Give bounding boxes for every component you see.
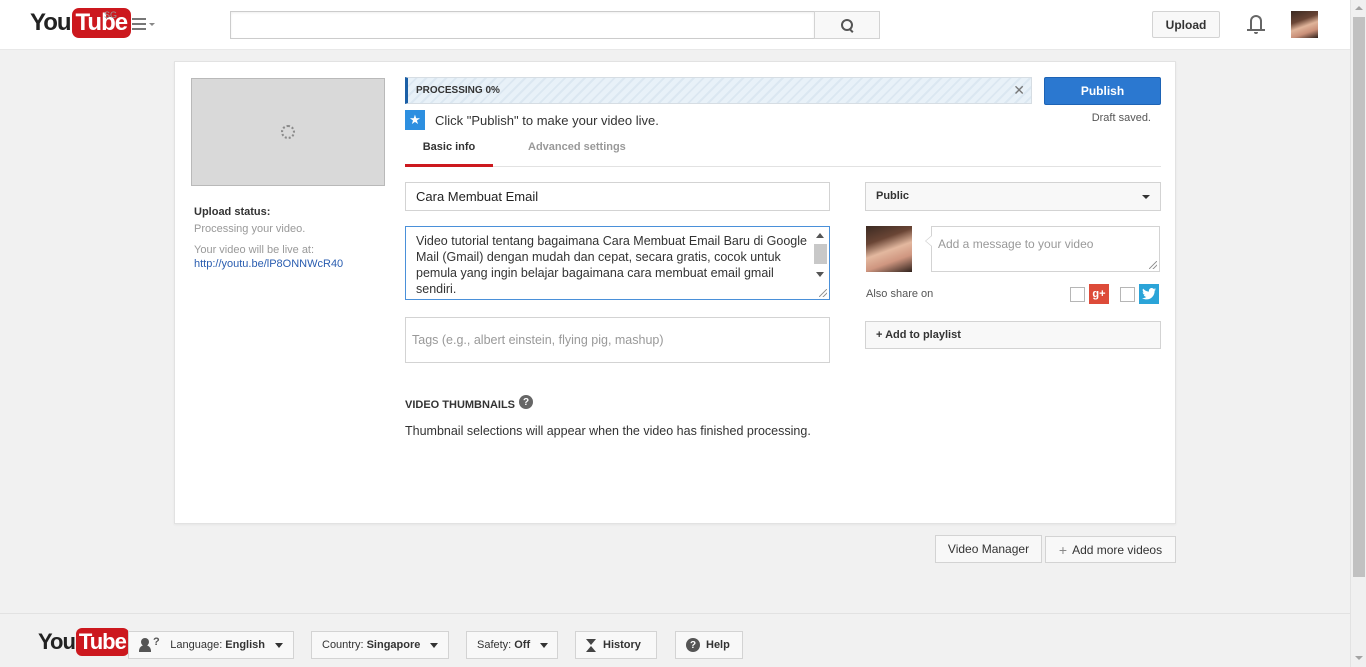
also-share-label: Also share on: [866, 288, 934, 300]
publish-hint-text: Click "Publish" to make your video live.: [435, 112, 659, 128]
spinner-icon: [281, 125, 295, 139]
question-icon: ?: [686, 638, 700, 652]
scroll-down-arrow[interactable]: [1355, 656, 1363, 660]
upload-panel: Upload status: Processing your video. Yo…: [174, 61, 1176, 524]
publish-button[interactable]: Publish: [1044, 77, 1161, 105]
description-scrollbar[interactable]: [813, 228, 828, 284]
avatar[interactable]: [1291, 11, 1318, 38]
footer: You Tube ? Language: English Country: Singa…: [0, 613, 1350, 667]
upload-status-text: Processing your video.: [194, 223, 306, 235]
chevron-down-icon: [1142, 195, 1150, 199]
publish-hint: ★ Click "Publish" to make your video liv…: [405, 110, 659, 130]
hourglass-icon: [586, 638, 596, 652]
description-field[interactable]: Video tutorial tentang bagaimana Cara Me…: [405, 226, 830, 300]
plus-icon: +: [1058, 541, 1068, 558]
youtube-logo[interactable]: You Tube SG: [30, 8, 132, 38]
privacy-value: Public: [876, 190, 910, 202]
video-thumbnail-preview: [191, 78, 385, 186]
chevron-down-icon: [430, 642, 439, 648]
tags-field[interactable]: Tags (e.g., albert einstein, flying pig,…: [405, 317, 830, 363]
video-thumbnails-text: Thumbnail selections will appear when th…: [405, 424, 811, 438]
video-url-link[interactable]: http://youtu.be/lP8ONNWcR40: [194, 257, 384, 271]
safety-button[interactable]: Safety: Off: [466, 631, 558, 659]
google-plus-checkbox[interactable]: [1070, 287, 1085, 302]
help-button[interactable]: ? Help: [675, 631, 743, 659]
processing-progress-bar: PROCESSING 0% ✕: [405, 77, 1032, 104]
twitter-icon[interactable]: [1139, 284, 1159, 304]
twitter-checkbox[interactable]: [1120, 287, 1135, 302]
page-scrollbar[interactable]: [1350, 0, 1366, 667]
resize-handle[interactable]: [819, 289, 827, 297]
title-field[interactable]: Cara Membuat Email: [405, 182, 830, 211]
draft-status: Draft saved.: [1091, 112, 1151, 124]
tab-basic-info[interactable]: Basic info: [405, 141, 493, 167]
upload-status-label: Upload status:: [194, 206, 271, 218]
tab-advanced-settings[interactable]: Advanced settings: [528, 141, 626, 167]
country-code: SG: [104, 10, 118, 20]
guide-menu-icon[interactable]: [132, 17, 158, 33]
upload-button[interactable]: Upload: [1152, 11, 1220, 38]
add-more-videos-button[interactable]: + Add more videos: [1045, 536, 1176, 563]
share-message-input[interactable]: Add a message to your video: [925, 226, 1160, 272]
search-icon: [840, 18, 854, 32]
scroll-up-arrow[interactable]: [1355, 6, 1363, 10]
description-text: Video tutorial tentang bagaimana Cara Me…: [416, 234, 807, 296]
resize-handle[interactable]: [1149, 261, 1157, 269]
people-icon: ?: [139, 636, 162, 652]
country-button[interactable]: Country: Singapore: [311, 631, 449, 659]
video-thumbnails-heading: VIDEO THUMBNAILS ?: [405, 395, 533, 411]
chevron-down-icon: [540, 642, 549, 648]
language-button[interactable]: ? Language: English: [128, 631, 294, 659]
history-button[interactable]: History: [575, 631, 657, 659]
avatar: [866, 226, 912, 272]
tab-bar: Basic info Advanced settings: [405, 135, 1161, 167]
add-to-playlist-button[interactable]: + Add to playlist: [865, 321, 1161, 349]
video-manager-button[interactable]: Video Manager: [935, 535, 1042, 563]
help-icon[interactable]: ?: [519, 395, 533, 409]
upload-status: Upload status: Processing your video. Yo…: [194, 205, 384, 271]
search-button[interactable]: [814, 11, 880, 39]
close-icon[interactable]: ✕: [1013, 83, 1025, 97]
live-at-text: Your video will be live at:: [194, 244, 315, 256]
privacy-select[interactable]: Public: [865, 182, 1161, 211]
chevron-down-icon: [275, 642, 283, 648]
google-plus-icon[interactable]: g+: [1089, 284, 1109, 304]
star-icon: ★: [405, 110, 425, 130]
footer-youtube-logo[interactable]: You Tube: [38, 628, 129, 656]
progress-text: PROCESSING 0%: [416, 85, 500, 96]
search-input[interactable]: [230, 11, 815, 39]
bell-icon[interactable]: [1247, 14, 1265, 34]
scrollbar-thumb[interactable]: [1353, 17, 1365, 577]
masthead: You Tube SG Upload: [0, 0, 1350, 50]
